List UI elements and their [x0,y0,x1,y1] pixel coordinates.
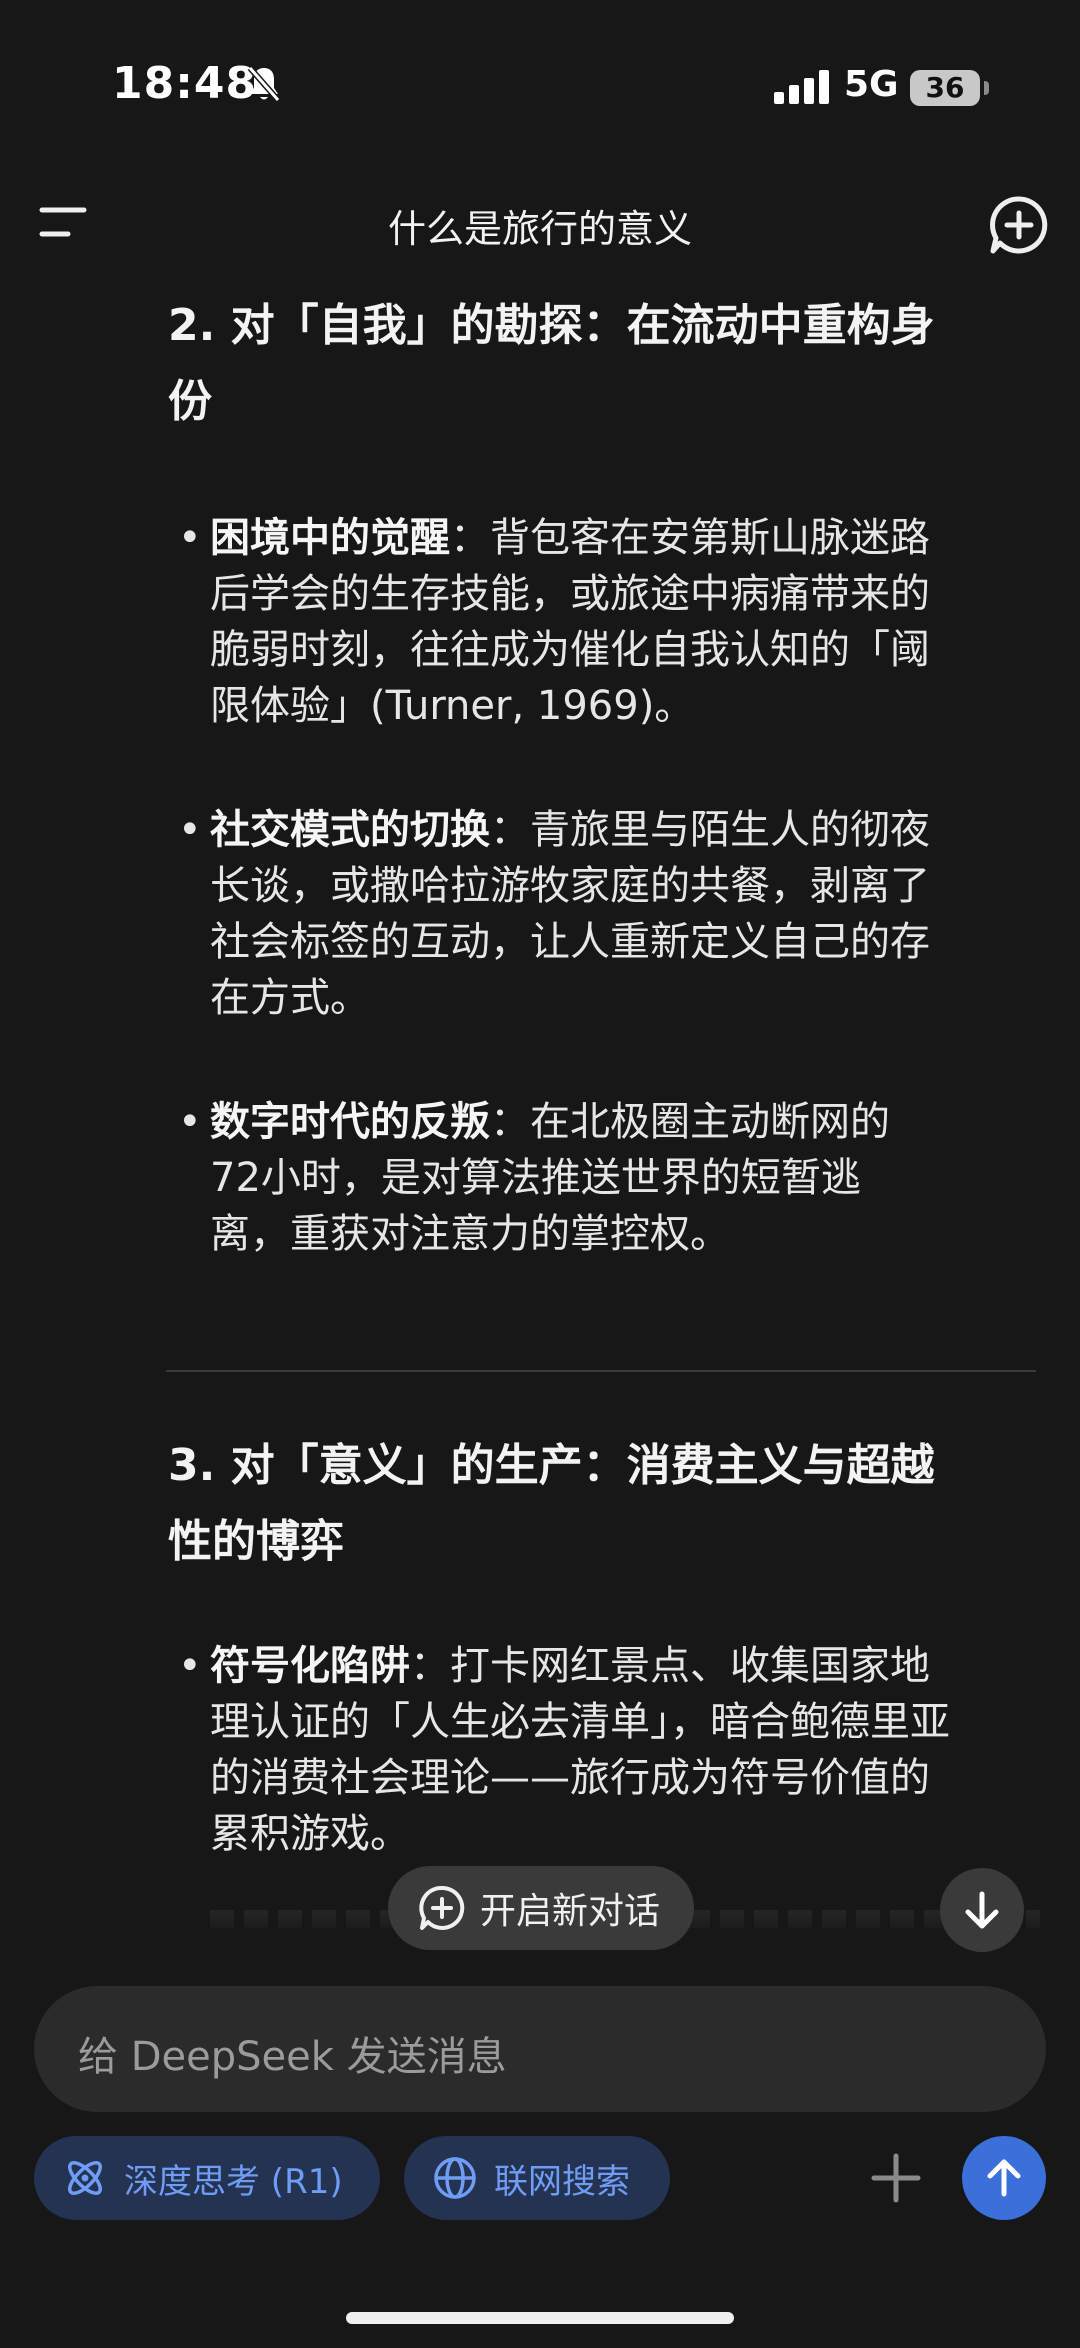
section-heading: 2. 对「自我」的勘探：在流动中重构身 份 [168,300,935,427]
list-item: 符号化陷阱：打卡网红景点、收集国家地 理认证的「人生必去清单」，暗合鲍德里亚 的… [210,1643,950,1857]
battery-icon: 36 [910,70,980,106]
section-heading: 3. 对「意义」的生产：消费主义与超越 性的博弈 [168,1440,935,1567]
status-time: 18:48 [112,58,258,109]
arrow-down-icon [965,1891,999,1929]
list-item: 数字时代的反叛：在北极圈主动断网的 72小时，是对算法推送世界的短暂逃 离，重获… [210,1099,890,1257]
new-chat-icon [418,1884,466,1932]
list-item: 社交模式的切换：青旅里与陌生人的彻夜 长谈，或撒哈拉游牧家庭的共餐，剥离了 社会… [210,807,930,1021]
send-button[interactable] [962,2136,1046,2220]
globe-icon [432,2155,478,2201]
new-chat-icon[interactable] [988,194,1050,256]
app-header: 什么是旅行的意义 [0,180,1080,270]
network-type: 5G [844,64,899,105]
web-search-label: 联网搜索 [494,2161,630,2202]
cellular-signal-icon [774,70,830,108]
deep-think-label: 深度思考 (R1) [124,2161,343,2202]
bullet-dot: • [178,1099,202,1145]
list-item: 困境中的觉醒：背包客在安第斯山脉迷路 后学会的生存技能，或旅途中病痛带来的 脆弱… [210,515,930,729]
attach-plus-icon[interactable] [868,2150,924,2206]
message-input[interactable]: 给 DeepSeek 发送消息 [34,1986,1046,2112]
page-title: 什么是旅行的意义 [387,207,692,251]
new-chat-label: 开启新对话 [480,1891,661,1932]
silent-bell-icon [246,64,282,108]
bullet-dot: • [178,515,202,561]
scroll-to-bottom-button[interactable] [940,1868,1024,1952]
status-bar: 18:48 5G 36 [0,0,1080,150]
arrow-up-icon [987,2159,1021,2197]
web-search-button[interactable]: 联网搜索 [404,2136,670,2220]
atom-icon [62,2155,108,2201]
message-input-placeholder: 给 DeepSeek 发送消息 [78,2034,507,2080]
battery-tip [984,81,989,95]
new-chat-button[interactable]: 开启新对话 [388,1866,694,1950]
deep-think-button[interactable]: 深度思考 (R1) [34,2136,380,2220]
message-content: 2. 对「自我」的勘探：在流动中重构身 份 • 困境中的觉醒：背包客在安第斯山脉… [0,288,1080,1928]
section-divider [166,1370,1036,1372]
bullet-dot: • [178,807,202,853]
bullet-dot: • [178,1643,202,1689]
home-indicator [346,2312,734,2324]
